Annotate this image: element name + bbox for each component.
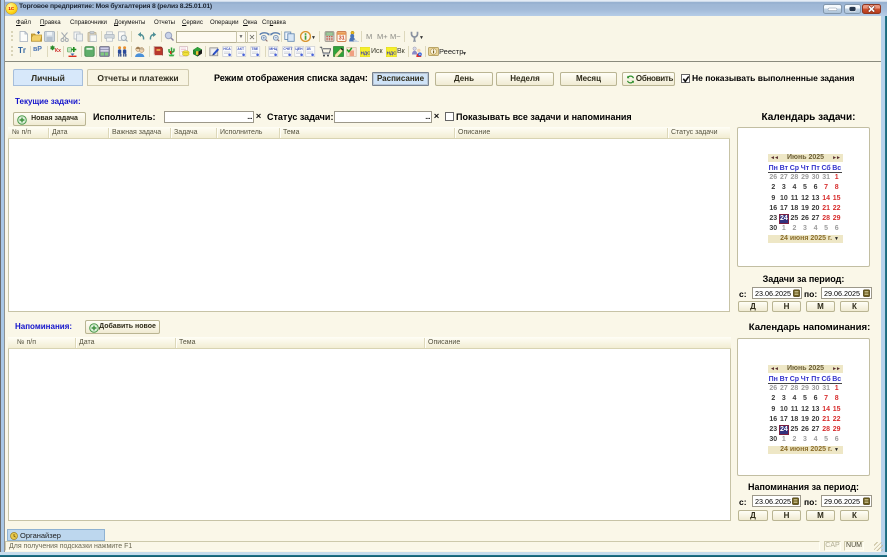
svg-text:МНЦ: МНЦ [269, 47, 277, 51]
svg-text:31: 31 [339, 36, 345, 42]
svg-text:ЦЕН: ЦЕН [295, 47, 303, 51]
svg-text:АКТ: АКТ [237, 47, 245, 51]
svg-text:СЧЕТ: СЧЕТ [283, 47, 293, 51]
svg-text:ТВЕ: ТВЕ [251, 47, 259, 51]
svg-text:1В: 1В [306, 47, 311, 51]
svg-text:НДС: НДС [387, 50, 397, 55]
svg-text:НСА: НСА [223, 47, 231, 51]
svg-text:НДС: НДС [360, 50, 370, 55]
